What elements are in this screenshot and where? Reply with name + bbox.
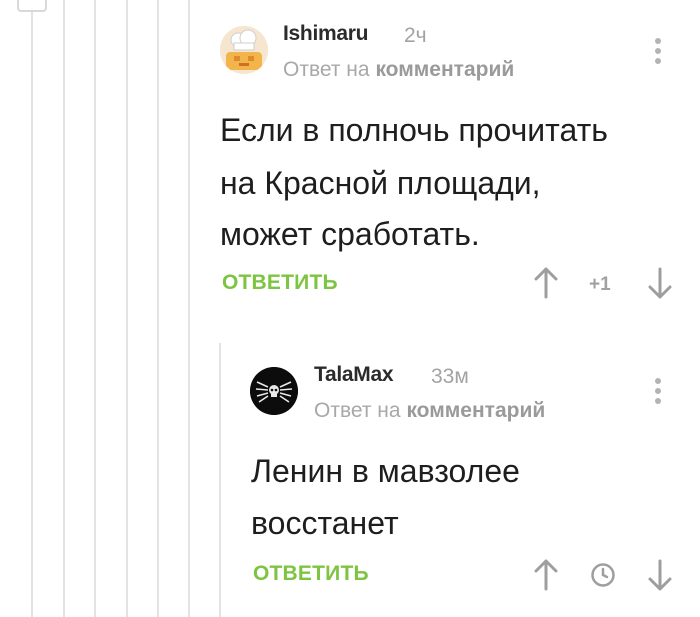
comment-text-line: Если в полночь прочитать [220,112,608,148]
comment-text-line: на Красной площади, [220,165,541,201]
more-menu-icon[interactable] [655,378,661,408]
more-menu-icon[interactable] [655,38,661,68]
comment-author[interactable]: Ishimaru [283,22,368,46]
reply-to-link[interactable]: комментарий [406,399,545,422]
reply-to-prefix: Ответ на [314,399,401,422]
comment: Ishimaru 2ч Ответ на комментарий Если в … [0,0,700,320]
comment-score: +1 [589,274,611,295]
comment-time: 33м [431,365,469,388]
clock-icon [591,563,615,587]
vote-up-icon[interactable] [534,267,558,299]
comment-time: 2ч [404,24,427,47]
comment-author[interactable]: TalaMax [314,363,394,387]
skull-wings-avatar[interactable] [250,367,298,415]
vote-down-icon[interactable] [648,559,672,591]
reply-to-line: Ответ на комментарий [283,58,514,82]
chef-hat-avatar[interactable] [220,26,268,74]
reply-button[interactable]: ОТВЕТИТЬ [222,271,338,295]
vote-up-icon[interactable] [534,559,558,591]
reply-button[interactable]: ОТВЕТИТЬ [253,562,369,586]
reply-to-link[interactable]: комментарий [375,58,514,81]
vote-down-icon[interactable] [648,267,672,299]
comment-text-line: восстанет [251,505,399,541]
comment-text-line: Ленин в мавзолее [251,453,520,489]
comment: TalaMax 33м Ответ на комментарий Ленин в… [0,340,700,617]
reply-to-line: Ответ на комментарий [314,399,545,423]
comment-text-line: может сработать. [220,216,480,252]
reply-to-prefix: Ответ на [283,58,370,81]
